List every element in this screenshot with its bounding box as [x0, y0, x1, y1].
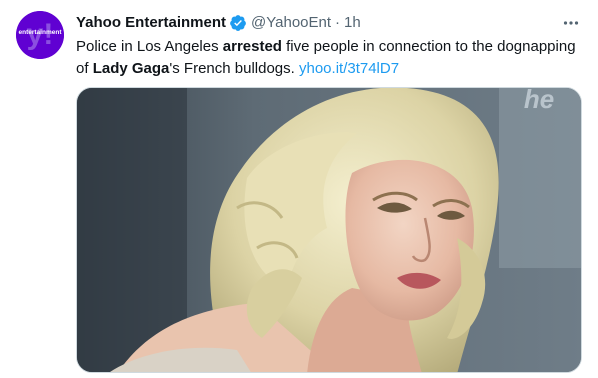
tweet-link[interactable]: yhoo.it/3t74lD7 [299, 60, 399, 77]
author-handle[interactable]: @YahooEnt [251, 13, 331, 33]
tweet-text-part: Police in Los Angeles [76, 38, 223, 55]
separator-dot: · [335, 14, 341, 31]
backdrop-text: he [524, 88, 554, 114]
tweet-text-bold: Lady Gaga [92, 60, 170, 77]
author-name[interactable]: Yahoo Entertainment [76, 13, 226, 33]
tweet-text: Police in Los Angeles arrested five peop… [76, 36, 586, 80]
tweet-text-bold: arrested [222, 38, 282, 55]
tweet-photo[interactable]: he [76, 87, 582, 373]
tweet-card[interactable]: y! entertainment Yahoo Entertainment @Ya… [0, 0, 598, 378]
tweet-text-part: 's French bulldogs. [169, 60, 299, 77]
avatar[interactable]: y! entertainment [16, 11, 64, 59]
more-dots-icon[interactable] [560, 12, 582, 34]
tweet-timestamp[interactable]: 1h [344, 13, 361, 33]
avatar-label: entertainment [19, 29, 63, 36]
tweet-header: Yahoo Entertainment @YahooEnt · 1h [76, 12, 582, 34]
verified-badge-icon [229, 14, 247, 32]
